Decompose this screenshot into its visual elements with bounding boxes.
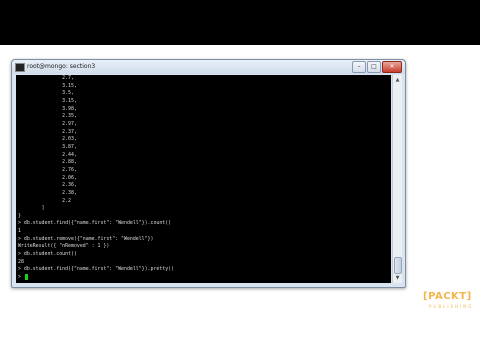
terminal-line: > xyxy=(18,274,24,281)
terminal-line: 1 xyxy=(18,228,21,235)
terminal-line: 2.36, xyxy=(18,182,77,189)
terminal-line: 3.87, xyxy=(18,143,77,150)
terminal-line: WriteResult({ "nRemoved" : 1 }) xyxy=(18,243,110,250)
video-top-bar xyxy=(0,0,480,45)
scroll-down-icon[interactable]: ▼ xyxy=(394,274,401,282)
terminal-line: 2.44, xyxy=(18,151,77,158)
terminal-cursor xyxy=(25,274,28,280)
terminal-line: ] xyxy=(18,205,45,212)
close-button[interactable]: ✕ xyxy=(382,61,402,73)
terminal-line: 3.98, xyxy=(18,105,77,112)
packt-logo: [PACKT] PUBLISHING xyxy=(423,291,471,315)
minimize-button[interactable]: – xyxy=(352,61,366,73)
terminal-line: 2.97, xyxy=(18,120,77,127)
window-title: root@mongo: section3 xyxy=(27,63,96,70)
vertical-scrollbar[interactable]: ▲ ▼ xyxy=(392,75,402,283)
terminal-window: root@mongo: section3 – □ ✕ 2.7, 3.15, 3.… xyxy=(11,59,406,288)
logo-subtitle: PUBLISHING xyxy=(429,304,474,309)
terminal-line: > db.student.count() xyxy=(18,251,77,258)
terminal-line: > db.student.find({"name.first": "Wendel… xyxy=(18,220,172,227)
terminal-line: 2.06, xyxy=(18,174,77,181)
maximize-button[interactable]: □ xyxy=(367,61,381,73)
terminal-line: 2.76, xyxy=(18,166,77,173)
terminal-line: > db.student.find({"name.first": "Wendel… xyxy=(18,266,175,273)
terminal-line: 2.38, xyxy=(18,189,77,196)
terminal-line: 2.2 xyxy=(18,197,71,204)
terminal-output: 2.7, 3.15, 3.5, 3.15, 3.98, 2.35, 2.97, … xyxy=(18,75,174,282)
terminal-line: 3.15, xyxy=(18,97,77,104)
logo-wordmark: [PACKT] xyxy=(423,291,472,302)
terminal-line: 28 xyxy=(18,258,24,265)
terminal-line: 2.37, xyxy=(18,128,77,135)
terminal-line: } xyxy=(18,212,21,219)
terminal-line: > db.student.remove({"name.first": "Wend… xyxy=(18,235,154,242)
terminal-line: 3.15, xyxy=(18,82,77,89)
terminal-line: 2.7, xyxy=(18,75,74,81)
terminal-line: 2.35, xyxy=(18,113,77,120)
terminal-line: 3.5, xyxy=(18,90,74,97)
terminal-line: 2.88, xyxy=(18,159,77,166)
scrollbar-thumb[interactable] xyxy=(394,257,402,274)
terminal-area[interactable]: 2.7, 3.15, 3.5, 3.15, 3.98, 2.35, 2.97, … xyxy=(16,75,391,283)
terminal-app-icon xyxy=(15,63,25,72)
scroll-up-icon[interactable]: ▲ xyxy=(394,76,401,84)
title-bar[interactable]: root@mongo: section3 – □ ✕ xyxy=(12,60,405,74)
terminal-line: 2.03, xyxy=(18,136,77,143)
window-controls: – □ ✕ xyxy=(352,61,402,73)
